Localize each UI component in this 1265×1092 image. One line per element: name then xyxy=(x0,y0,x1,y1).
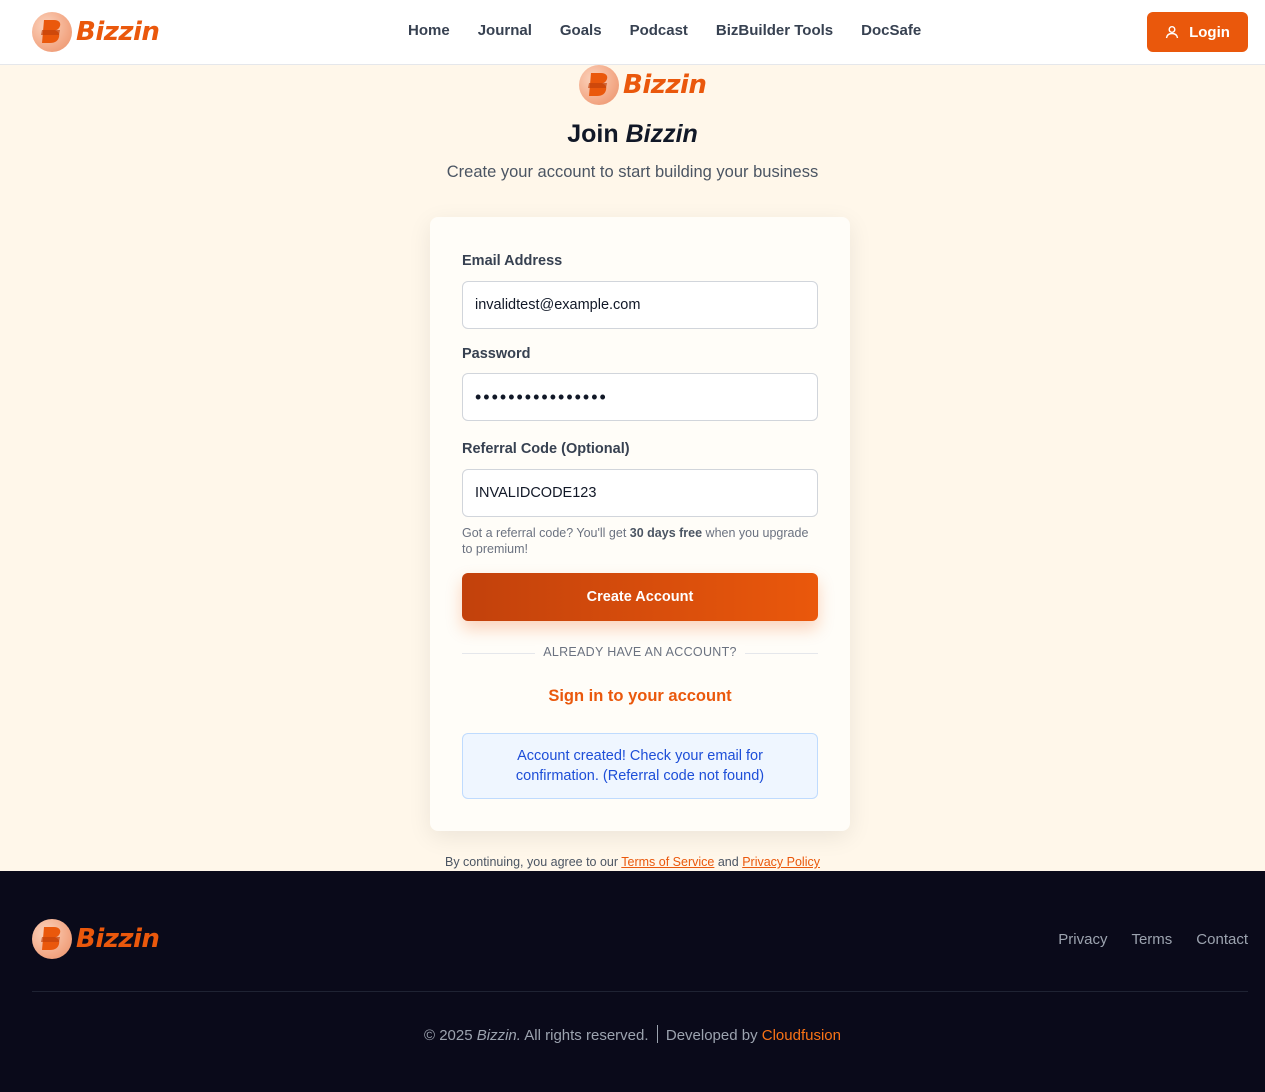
brand-wordmark: Bizzin xyxy=(76,17,160,47)
page-title: Join Bizzin xyxy=(0,120,1265,149)
copyright-brand: Bizzin. xyxy=(476,1027,521,1044)
hint-bold: 30 days free xyxy=(629,526,703,540)
developed-by: Developed by xyxy=(665,1027,762,1044)
create-account-button[interactable]: Create Account xyxy=(462,573,818,621)
developer-link[interactable]: Cloudfusion xyxy=(762,1027,841,1044)
referral-code-field[interactable]: INVALIDCODE123 xyxy=(462,469,818,517)
brand-wordmark: Bizzin xyxy=(76,924,160,954)
terms-prefix: By continuing, you agree to our xyxy=(445,855,622,869)
main-nav: Home Journal Goals Podcast BizBuilder To… xyxy=(394,22,935,39)
copyright-prefix: © 2025 xyxy=(424,1027,477,1044)
header-logo[interactable]: Bizzin xyxy=(32,12,160,52)
signup-card: Email Address invalidtest@example.com Pa… xyxy=(430,217,850,831)
brand-wordmark: Bizzin xyxy=(623,70,707,100)
divider: ALREADY HAVE AN ACCOUNT? xyxy=(462,645,818,661)
separator xyxy=(656,1025,658,1043)
privacy-policy-link[interactable]: Privacy Policy xyxy=(742,855,820,869)
footer-link-privacy[interactable]: Privacy xyxy=(1058,931,1107,948)
bizzin-logo-icon xyxy=(32,12,72,52)
referral-label: Referral Code (Optional) xyxy=(462,441,630,457)
divider-text: ALREADY HAVE AN ACCOUNT? xyxy=(535,645,745,659)
email-field[interactable]: invalidtest@example.com xyxy=(462,281,818,329)
footer-divider xyxy=(32,991,1248,992)
nav-bizbuilder-tools[interactable]: BizBuilder Tools xyxy=(716,22,833,39)
title-prefix: Join xyxy=(567,120,619,148)
status-notice: Account created! Check your email for co… xyxy=(462,733,818,799)
bizzin-logo-icon xyxy=(579,65,619,105)
copyright-suffix: All rights reserved. xyxy=(520,1027,649,1044)
nav-podcast[interactable]: Podcast xyxy=(630,22,688,39)
divider-text-wrap: ALREADY HAVE AN ACCOUNT? xyxy=(462,645,818,659)
copyright: © 2025 Bizzin. All rights reserved. Deve… xyxy=(0,1025,1265,1044)
user-icon xyxy=(1165,26,1179,39)
footer-logo[interactable]: Bizzin xyxy=(32,919,160,959)
nav-home[interactable]: Home xyxy=(408,22,450,39)
password-label: Password xyxy=(462,346,531,362)
login-button[interactable]: Login xyxy=(1147,12,1248,52)
sign-in-link[interactable]: Sign in to your account xyxy=(462,687,818,706)
footer-link-contact[interactable]: Contact xyxy=(1196,931,1248,948)
email-label: Email Address xyxy=(462,253,563,269)
terms-notice: By continuing, you agree to our Terms of… xyxy=(0,855,1265,869)
nav-goals[interactable]: Goals xyxy=(560,22,602,39)
footer: Bizzin Privacy Terms Contact © 2025 Bizz… xyxy=(0,871,1265,1092)
footer-links: Privacy Terms Contact xyxy=(1058,931,1248,948)
nav-journal[interactable]: Journal xyxy=(478,22,532,39)
hint-prefix: Got a referral code? You'll get xyxy=(462,526,630,540)
password-field[interactable]: •••••••••••••••• xyxy=(462,373,818,421)
referral-hint: Got a referral code? You'll get 30 days … xyxy=(462,525,822,557)
page-subtitle: Create your account to start building yo… xyxy=(446,163,819,181)
terms-and: and xyxy=(714,855,743,869)
top-header: Bizzin Home Journal Goals Podcast BizBui… xyxy=(0,0,1265,65)
login-label: Login xyxy=(1189,23,1230,41)
terms-of-service-link[interactable]: Terms of Service xyxy=(621,855,714,869)
bizzin-logo-icon xyxy=(32,919,72,959)
footer-link-terms[interactable]: Terms xyxy=(1131,931,1172,948)
hero-logo: Bizzin xyxy=(579,65,707,105)
nav-docsafe[interactable]: DocSafe xyxy=(861,22,921,39)
title-brand: Bizzin xyxy=(625,120,698,148)
